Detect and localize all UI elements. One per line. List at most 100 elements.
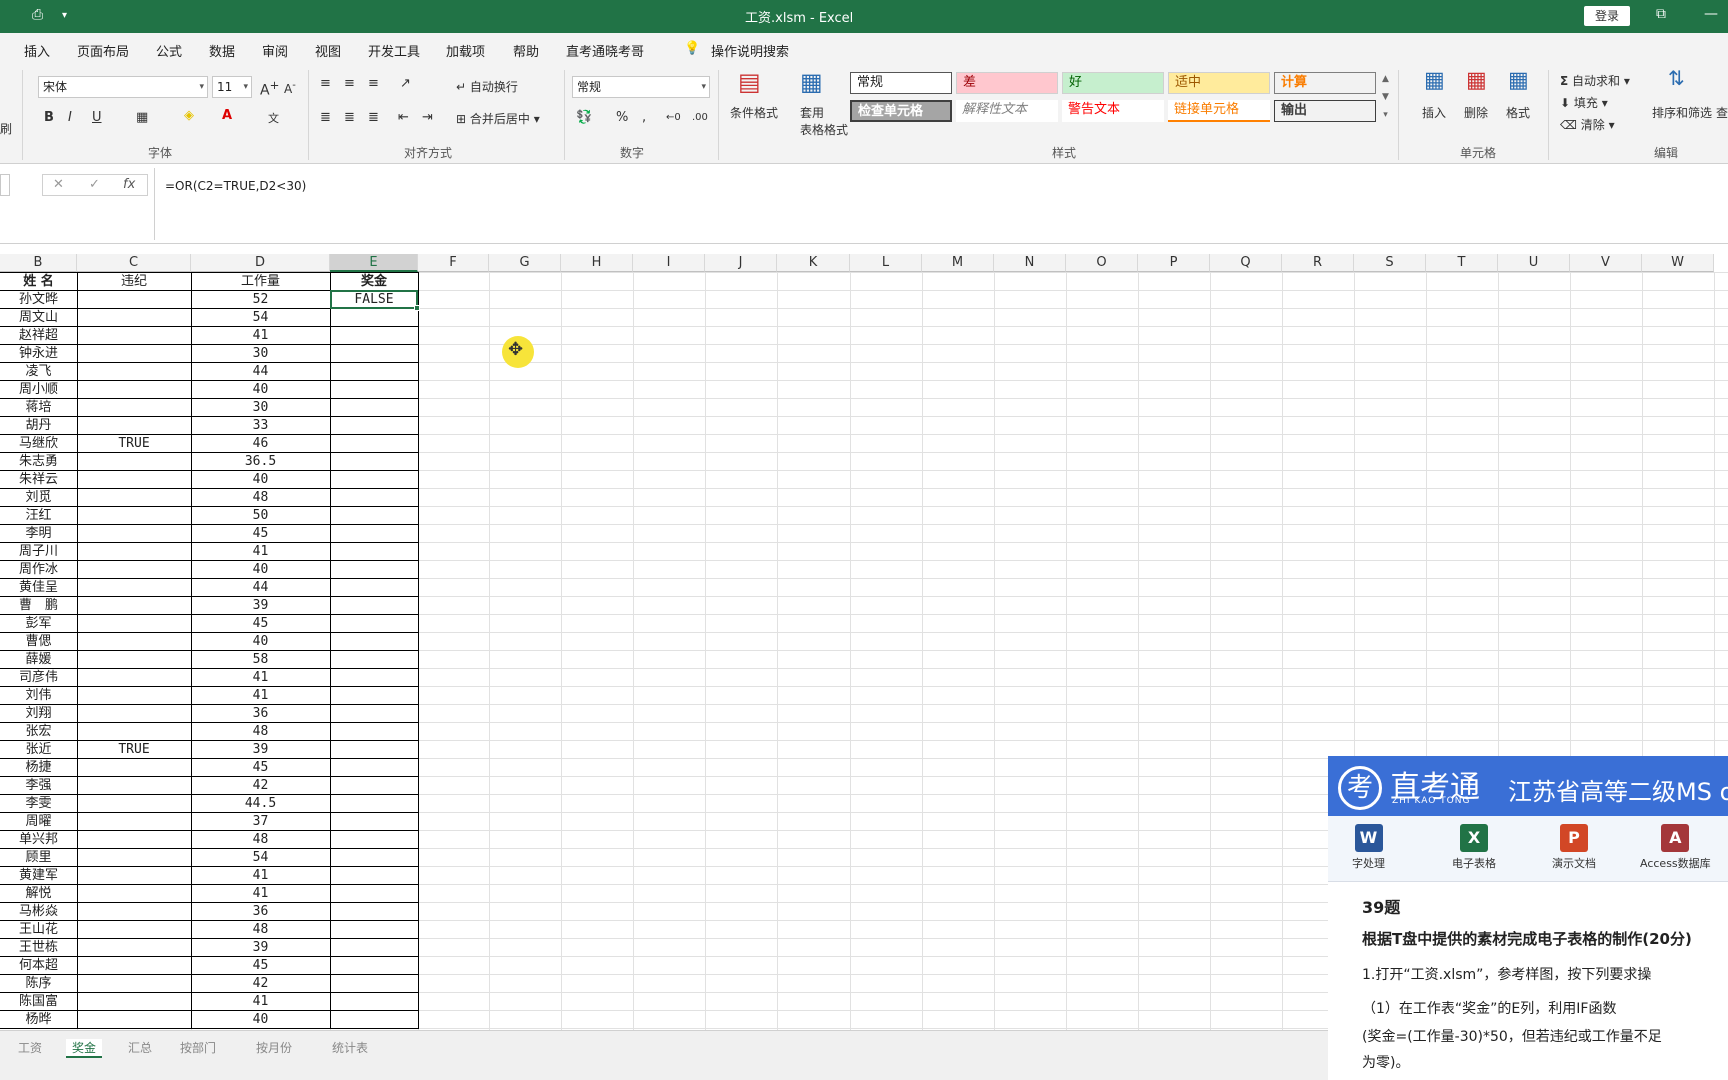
- table-cell[interactable]: [330, 975, 418, 993]
- table-cell[interactable]: 周曜: [0, 813, 77, 831]
- table-cell[interactable]: [330, 939, 418, 957]
- table-cell[interactable]: 39: [191, 939, 330, 957]
- border-icon[interactable]: ▦: [136, 110, 148, 125]
- table-cell[interactable]: 30: [191, 399, 330, 417]
- column-header[interactable]: B: [0, 254, 77, 272]
- tab-zhikaotong[interactable]: 直考通晓考哥: [566, 41, 644, 60]
- table-format-icon[interactable]: ▦: [800, 68, 823, 96]
- table-cell[interactable]: 汪红: [0, 507, 77, 525]
- style-bad[interactable]: 差: [956, 72, 1058, 94]
- table-cell[interactable]: [77, 471, 191, 489]
- table-cell[interactable]: 朱志勇: [0, 453, 77, 471]
- tab-page-layout[interactable]: 页面布局: [77, 41, 129, 60]
- table-cell[interactable]: [330, 435, 418, 453]
- column-header[interactable]: N: [994, 254, 1066, 272]
- table-cell[interactable]: 杨晔: [0, 1011, 77, 1029]
- grow-font-icon[interactable]: A+: [260, 78, 279, 99]
- format-cells-icon[interactable]: ▦: [1508, 68, 1529, 93]
- table-header-cell[interactable]: 违纪: [77, 273, 191, 291]
- column-header[interactable]: M: [922, 254, 994, 272]
- word-app-button[interactable]: W 字处理: [1352, 824, 1385, 871]
- table-cell[interactable]: [77, 687, 191, 705]
- table-cell[interactable]: [330, 489, 418, 507]
- table-cell[interactable]: 朱祥云: [0, 471, 77, 489]
- table-cell[interactable]: 赵祥超: [0, 327, 77, 345]
- formula-input[interactable]: =OR(C2=TRUE,D2<30): [165, 179, 306, 193]
- table-cell[interactable]: 曹偲: [0, 633, 77, 651]
- tab-addins[interactable]: 加载项: [446, 41, 485, 60]
- table-cell[interactable]: [330, 453, 418, 471]
- table-cell[interactable]: [330, 579, 418, 597]
- table-cell[interactable]: [330, 327, 418, 345]
- delete-cells-icon[interactable]: ▦: [1466, 68, 1487, 93]
- sort-filter-icon[interactable]: ⇅: [1668, 66, 1685, 90]
- table-cell[interactable]: TRUE: [77, 741, 191, 759]
- comma-icon[interactable]: ,: [642, 110, 646, 125]
- table-header-cell[interactable]: 工作量: [191, 273, 330, 291]
- number-format-select[interactable]: 常规 ▾: [572, 76, 710, 98]
- table-cell[interactable]: [77, 669, 191, 687]
- table-cell[interactable]: [77, 327, 191, 345]
- table-cell[interactable]: 周子川: [0, 543, 77, 561]
- table-cell[interactable]: [77, 651, 191, 669]
- table-cell[interactable]: [330, 849, 418, 867]
- table-cell[interactable]: [77, 903, 191, 921]
- login-button[interactable]: 登录: [1584, 6, 1630, 26]
- table-cell[interactable]: [77, 723, 191, 741]
- table-cell[interactable]: [77, 381, 191, 399]
- enter-icon[interactable]: ✓: [89, 177, 100, 192]
- align-right-icon[interactable]: ≣: [368, 110, 379, 125]
- table-cell[interactable]: [330, 687, 418, 705]
- table-cell[interactable]: 张宏: [0, 723, 77, 741]
- table-cell[interactable]: [330, 867, 418, 885]
- style-warning[interactable]: 警告文本: [1062, 100, 1164, 122]
- table-cell[interactable]: 41: [191, 867, 330, 885]
- column-header[interactable]: R: [1282, 254, 1354, 272]
- table-cell[interactable]: 30: [191, 345, 330, 363]
- table-cell[interactable]: [77, 633, 191, 651]
- table-cell[interactable]: 45: [191, 525, 330, 543]
- sheet-tab[interactable]: 按部门: [180, 1039, 216, 1056]
- style-output[interactable]: 输出: [1274, 100, 1376, 122]
- percent-icon[interactable]: %: [616, 110, 628, 125]
- table-header-cell[interactable]: 奖金: [330, 273, 418, 291]
- table-cell[interactable]: 36: [191, 903, 330, 921]
- table-cell[interactable]: 45: [191, 957, 330, 975]
- table-header-cell[interactable]: 姓 名: [0, 273, 77, 291]
- table-cell[interactable]: [77, 597, 191, 615]
- sheet-tab[interactable]: 工资: [18, 1039, 42, 1056]
- table-cell[interactable]: [77, 705, 191, 723]
- table-cell[interactable]: 41: [191, 669, 330, 687]
- table-cell[interactable]: [77, 957, 191, 975]
- table-cell[interactable]: 黄建军: [0, 867, 77, 885]
- sheet-tab-active[interactable]: 奖金: [66, 1039, 103, 1058]
- table-cell[interactable]: 马彬焱: [0, 903, 77, 921]
- table-cell[interactable]: 40: [191, 471, 330, 489]
- table-cell[interactable]: [77, 867, 191, 885]
- table-cell[interactable]: [330, 399, 418, 417]
- table-cell[interactable]: [330, 759, 418, 777]
- table-cell[interactable]: 44.5: [191, 795, 330, 813]
- table-cell[interactable]: 马继欣: [0, 435, 77, 453]
- style-check-cell[interactable]: 检查单元格: [850, 100, 952, 122]
- table-cell[interactable]: [77, 759, 191, 777]
- table-cell[interactable]: [77, 921, 191, 939]
- table-cell[interactable]: 40: [191, 1011, 330, 1029]
- table-cell[interactable]: 刘翔: [0, 705, 77, 723]
- table-cell[interactable]: [77, 453, 191, 471]
- table-cell[interactable]: 33: [191, 417, 330, 435]
- table-cell[interactable]: [330, 417, 418, 435]
- column-header[interactable]: K: [777, 254, 850, 272]
- table-cell[interactable]: 蒋培: [0, 399, 77, 417]
- table-cell[interactable]: [77, 939, 191, 957]
- access-app-button[interactable]: A Access数据库: [1640, 824, 1711, 871]
- table-cell[interactable]: [77, 489, 191, 507]
- phonetic-icon[interactable]: 文: [268, 110, 279, 126]
- table-cell[interactable]: [77, 399, 191, 417]
- table-cell[interactable]: 40: [191, 633, 330, 651]
- align-middle-icon[interactable]: ≡: [344, 76, 355, 91]
- column-header[interactable]: C: [77, 254, 191, 272]
- increase-decimal-icon[interactable]: ←0: [666, 112, 681, 123]
- increase-indent-icon[interactable]: ⇥: [422, 110, 433, 125]
- table-cell[interactable]: [330, 921, 418, 939]
